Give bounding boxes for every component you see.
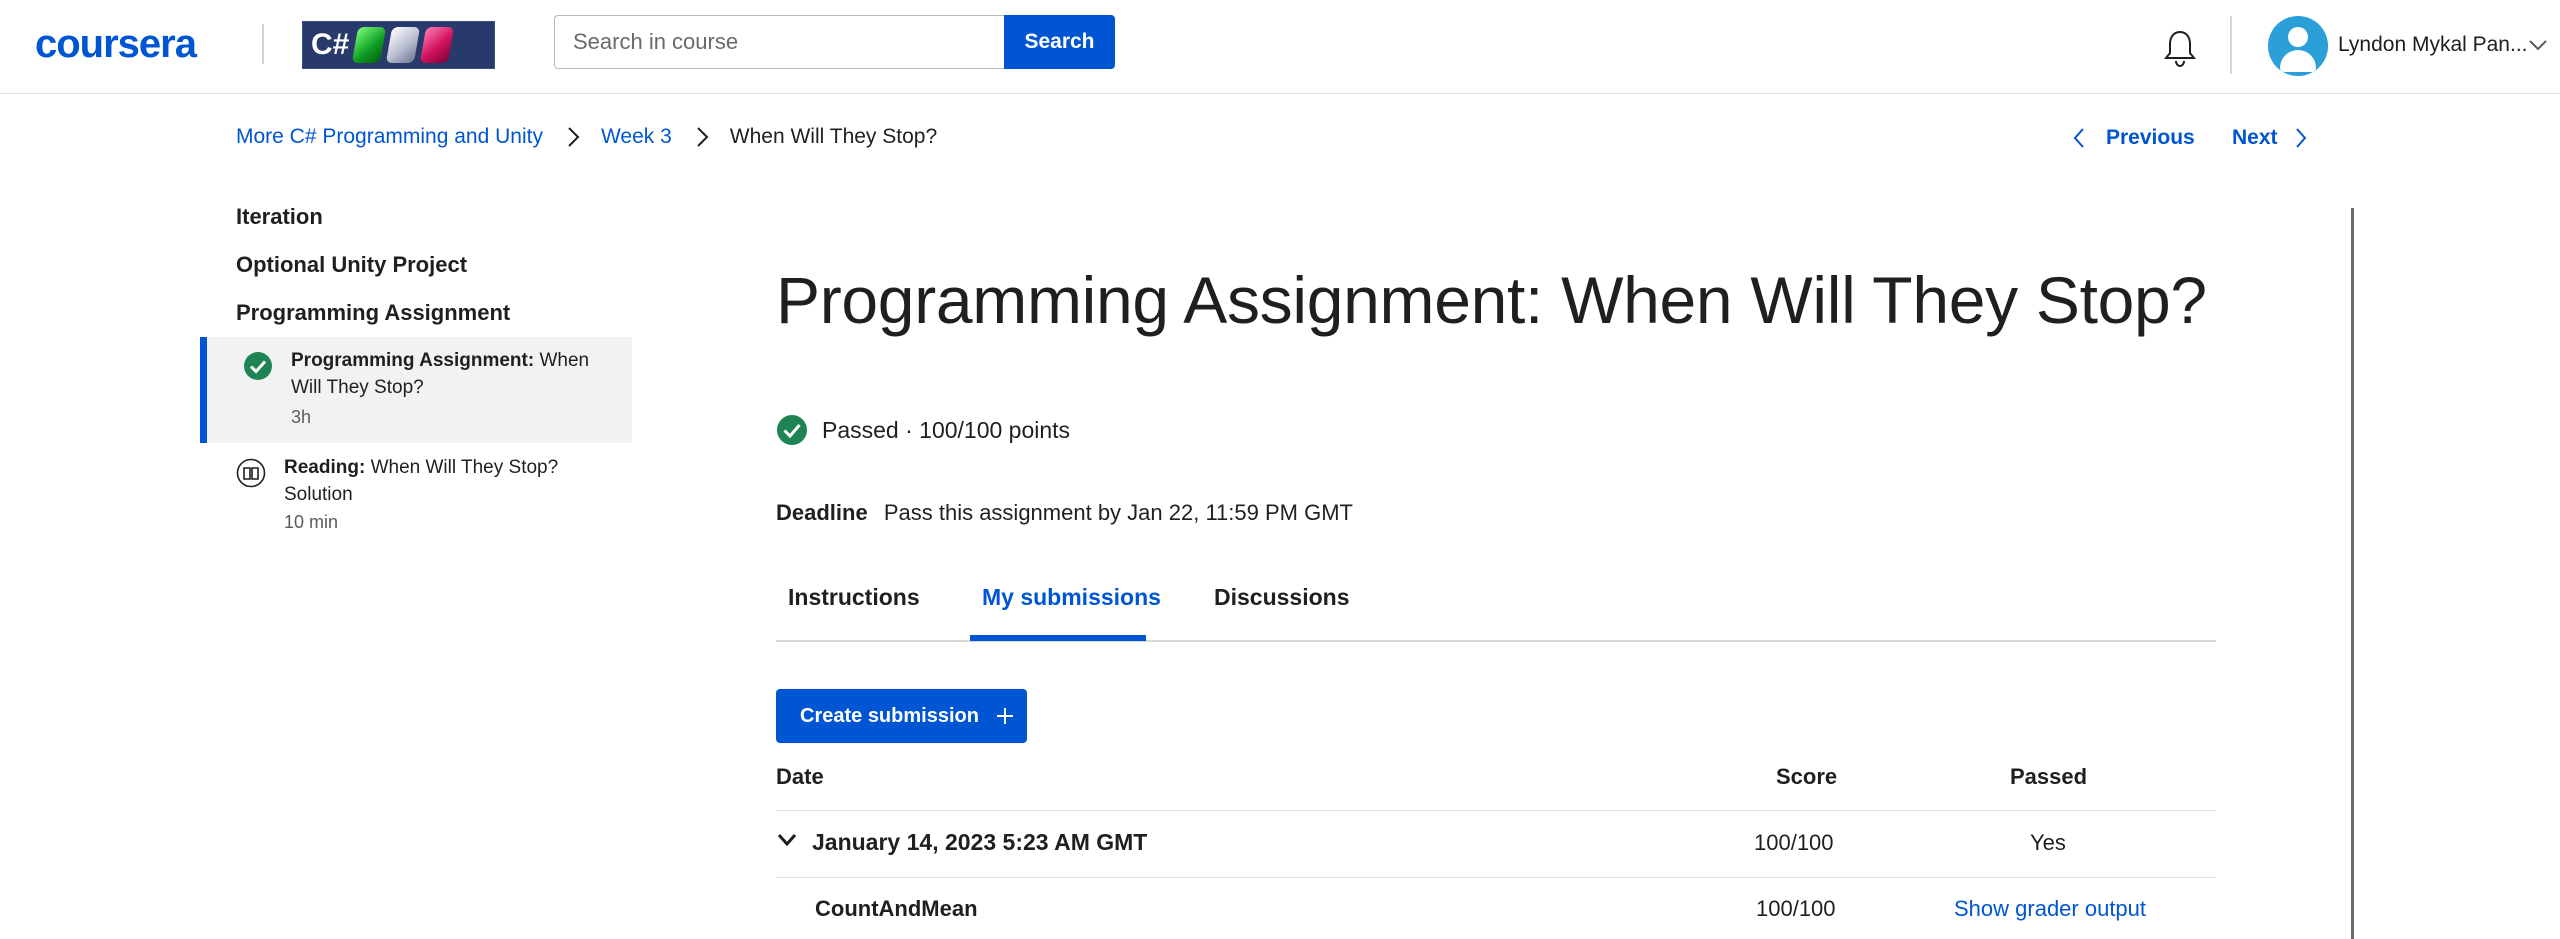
sidebar-section-iteration[interactable]: Iteration: [236, 204, 323, 230]
grade-status-text: Passed · 100/100 points: [822, 416, 1071, 443]
assignment-tabs: Instructions My submissions Discussions: [776, 566, 2216, 642]
search-input[interactable]: [554, 15, 1004, 69]
passed-check-icon: [777, 415, 807, 445]
sidebar-section-optional-unity-project[interactable]: Optional Unity Project: [236, 252, 467, 278]
breadcrumb-week-link[interactable]: Week 3: [601, 125, 672, 149]
sidebar-item-duration: 3h: [291, 407, 312, 427]
sidebar-item-reading[interactable]: Reading: When Will They Stop? Solution 1…: [200, 444, 632, 544]
column-header-date: Date: [776, 764, 824, 789]
completed-check-icon: [244, 352, 272, 380]
part-name: CountAndMean: [815, 896, 978, 921]
chevron-down-icon[interactable]: [776, 832, 798, 848]
breadcrumb-current: When Will They Stop?: [729, 125, 938, 148]
header-divider: [262, 24, 264, 64]
course-logo-badge[interactable]: C#: [302, 21, 495, 69]
breadcrumb: More C# Programming and Unity Week 3 Whe…: [236, 125, 937, 149]
header-divider-right: [2230, 16, 2232, 74]
next-label: Next: [2232, 126, 2278, 149]
search-button[interactable]: Search: [1004, 15, 1115, 69]
create-submission-button[interactable]: Create submission: [776, 689, 1027, 743]
part-score: 100/100: [1756, 896, 1836, 921]
create-submission-label: Create submission: [800, 704, 979, 727]
sidebar-item-duration: 10 min: [284, 512, 339, 532]
sidebar-item-programming-assignment[interactable]: Programming Assignment: When Will They S…: [200, 337, 632, 443]
submission-passed: Yes: [2030, 830, 2066, 855]
active-tab-indicator: [970, 635, 1146, 641]
avatar-body-shape: [2280, 50, 2316, 72]
notifications-bell-icon[interactable]: [2162, 28, 2198, 68]
grade-status: Passed · 100/100 points: [776, 414, 1070, 446]
avatar-head-shape: [2288, 27, 2308, 47]
deadline-label: Deadline: [776, 500, 868, 525]
page-title: Programming Assignment: When Will They S…: [776, 263, 2207, 337]
deadline-text: Pass this assignment by Jan 22, 11:59 PM…: [883, 500, 1353, 525]
tab-my-submissions[interactable]: My submissions: [982, 584, 1161, 611]
plus-icon: [996, 708, 1013, 724]
table-divider: [776, 810, 2216, 811]
sidebar-section-programming-assignment[interactable]: Programming Assignment: [236, 300, 510, 326]
user-name[interactable]: Lyndon Mykal Pan...: [2338, 33, 2528, 57]
top-navigation-bar: coursera C# Search Lyndon Mykal Pan...: [0, 0, 2560, 94]
sidebar-item-type: Programming Assignment:: [291, 350, 535, 371]
chevron-right-icon: [697, 127, 709, 147]
chevron-left-icon: [2073, 128, 2084, 148]
previous-button[interactable]: Previous: [2072, 126, 2195, 150]
previous-label: Previous: [2106, 126, 2195, 149]
table-divider: [776, 877, 2216, 878]
content-scrollbar[interactable]: [2351, 208, 2354, 939]
column-header-passed: Passed: [2010, 764, 2088, 789]
pink-gem-icon: [420, 27, 455, 63]
sidebar-item-title: Programming Assignment: When Will They S…: [291, 347, 611, 401]
sidebar-item-title: Reading: When Will They Stop? Solution: [284, 454, 604, 508]
show-grader-output-link[interactable]: Show grader output: [1954, 896, 2146, 922]
tab-discussions[interactable]: Discussions: [1214, 584, 1350, 611]
user-avatar[interactable]: [2268, 16, 2328, 76]
course-search: Search: [554, 15, 1115, 69]
chevron-right-icon: [568, 127, 580, 147]
deadline: Deadline Pass this assignment by Jan 22,…: [776, 500, 1353, 526]
submission-date[interactable]: January 14, 2023 5:23 AM GMT: [812, 829, 1147, 856]
breadcrumb-course-link[interactable]: More C# Programming and Unity: [236, 125, 543, 149]
chevron-right-icon: [2295, 128, 2306, 148]
green-gem-icon: [352, 27, 387, 63]
tab-instructions[interactable]: Instructions: [788, 584, 920, 611]
chevron-down-icon[interactable]: [2528, 38, 2548, 52]
course-badge-text: C#: [311, 28, 350, 61]
white-gem-icon: [386, 27, 421, 63]
coursera-logo[interactable]: coursera: [35, 22, 197, 67]
submission-score: 100/100: [1754, 830, 1834, 855]
sidebar-item-type: Reading:: [284, 457, 366, 478]
reading-book-icon: [236, 458, 266, 488]
next-button[interactable]: Next: [2232, 126, 2308, 150]
column-header-score: Score: [1776, 764, 1838, 789]
